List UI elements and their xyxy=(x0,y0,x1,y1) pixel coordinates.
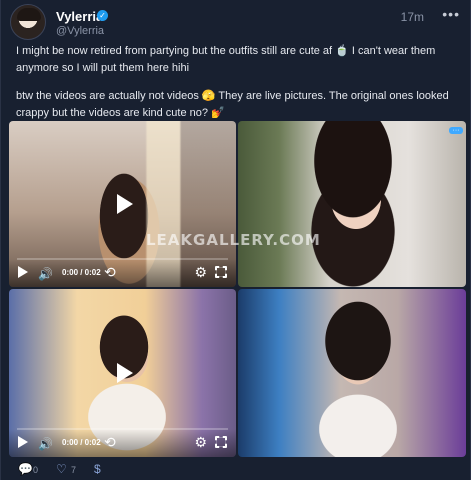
media-video-1[interactable]: 🔊 0:00 / 0:02 ⟲ ⚙ xyxy=(9,121,236,287)
gear-icon[interactable]: ⚙ xyxy=(194,434,207,451)
post-text-paragraph-2: btw the videos are actually not videos 🫣… xyxy=(16,90,449,119)
play-small-icon[interactable] xyxy=(18,436,28,448)
media-image-2[interactable] xyxy=(238,289,466,457)
more-options-button[interactable]: ••• xyxy=(442,6,460,22)
volume-icon[interactable]: 🔊 xyxy=(38,437,53,451)
post-text-paragraph-1: I might be now retired from partying but… xyxy=(16,45,436,74)
play-small-icon[interactable] xyxy=(18,266,28,278)
media-image-1[interactable] xyxy=(238,121,466,287)
video-timecode: 0:00 / 0:02 xyxy=(62,438,101,447)
check-badge-icon: ✓ xyxy=(97,10,108,21)
comment-count: 0 xyxy=(33,465,39,475)
loop-icon[interactable]: ⟲ xyxy=(104,434,116,451)
watermark: LEAKGALLERY.COM xyxy=(146,231,321,249)
heart-icon[interactable]: ♡ xyxy=(56,462,67,476)
play-icon[interactable] xyxy=(107,357,139,389)
dollar-icon[interactable]: $ xyxy=(94,462,101,476)
author-handle[interactable]: @Vylerria xyxy=(56,25,104,37)
video-progress-bar[interactable] xyxy=(17,428,228,430)
video-timecode: 0:00 / 0:02 xyxy=(62,268,101,277)
loop-icon[interactable]: ⟲ xyxy=(104,264,116,281)
post-card: Vylerria ✓ @Vylerria 17m ••• I might be … xyxy=(0,0,471,480)
media-badge-icon: ··· xyxy=(449,127,463,134)
like-count: 7 xyxy=(71,465,77,475)
video-progress-bar[interactable] xyxy=(17,258,228,260)
media-grid: 🔊 0:00 / 0:02 ⟲ ⚙ 🔊 0:00 / 0:02 ⟲ ⚙ xyxy=(9,121,466,457)
volume-icon[interactable]: 🔊 xyxy=(38,267,53,281)
comment-icon[interactable]: 💬 xyxy=(18,462,33,476)
avatar[interactable] xyxy=(10,4,46,40)
post-header: Vylerria ✓ @Vylerria 17m ••• xyxy=(10,4,460,40)
post-time: 17m xyxy=(400,10,424,24)
media-video-2[interactable]: 🔊 0:00 / 0:02 ⟲ ⚙ xyxy=(9,289,236,457)
play-icon[interactable] xyxy=(107,188,139,220)
gear-icon[interactable]: ⚙ xyxy=(194,264,207,281)
